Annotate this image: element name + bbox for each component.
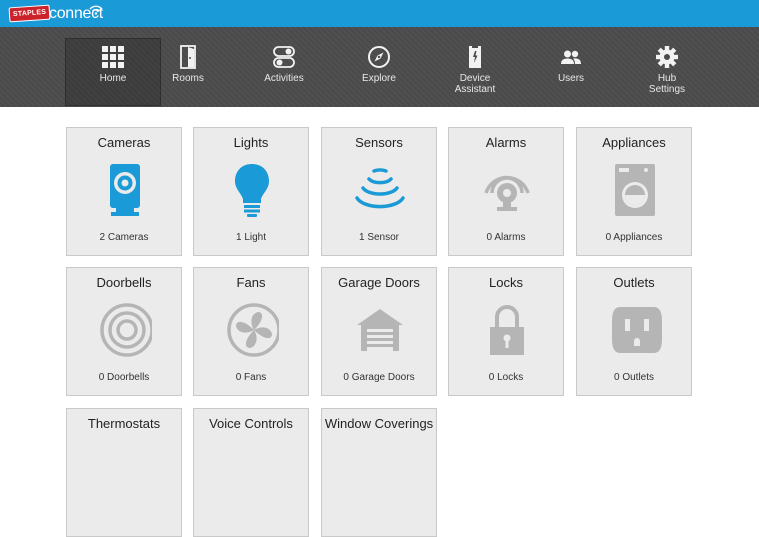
door-icon (180, 45, 196, 69)
tile-sensors[interactable]: Sensors 1 Sensor (321, 127, 437, 256)
tile-title: Alarms (485, 135, 527, 150)
tile-fans[interactable]: Fans 0 Fans (193, 267, 309, 396)
tile-thermostats[interactable]: Thermostats (66, 408, 182, 537)
grid-icon (102, 46, 124, 68)
tile-title: Outlets (613, 275, 655, 290)
nav-activities[interactable]: Activities (236, 39, 332, 103)
tile-title: Window Coverings (324, 416, 434, 431)
wifi-icon (89, 5, 103, 15)
device-assistant-icon (469, 46, 481, 68)
nav-label: Hub Settings (648, 73, 686, 95)
tile-count: 1 Sensor (358, 232, 400, 243)
tile-appliances[interactable]: Appliances 0 Appliances (576, 127, 692, 256)
tile-title: Thermostats (87, 416, 161, 431)
device-category-grid: Cameras 2 Cameras Lights 1 Light Sensors (0, 107, 759, 537)
tile-lights[interactable]: Lights 1 Light (193, 127, 309, 256)
tile-count: 2 Cameras (99, 232, 149, 243)
tile-count: 0 Doorbells (98, 372, 150, 383)
staples-logo-badge: STAPLES (8, 4, 51, 23)
camera-icon (110, 164, 140, 216)
tile-title: Sensors (355, 135, 403, 150)
nav-label: Device Assistant (454, 73, 496, 95)
tile-title: Voice Controls (209, 416, 293, 431)
tile-count: 0 Locks (488, 372, 524, 383)
tile-cameras[interactable]: Cameras 2 Cameras (66, 127, 182, 256)
fan-icon (227, 303, 279, 357)
users-icon (561, 50, 581, 64)
tile-count: 0 Outlets (613, 372, 655, 383)
nav-explore[interactable]: Explore (331, 39, 427, 103)
sensor-icon (355, 168, 405, 209)
nav-hub-settings[interactable]: Hub Settings (619, 39, 715, 103)
tile-title: Cameras (97, 135, 151, 150)
gear-icon (656, 46, 678, 68)
app-header: STAPLES connect (0, 0, 759, 27)
tile-garage-doors[interactable]: Garage Doors 0 Garage Doors (321, 267, 437, 396)
tile-count: 0 Fans (235, 372, 267, 383)
alarm-icon (484, 175, 530, 211)
tile-title: Doorbells (96, 275, 152, 290)
tile-title: Garage Doors (338, 275, 420, 290)
compass-icon (368, 46, 390, 68)
garage-icon (357, 309, 403, 351)
main-navigation: Home Rooms Activities Explore Device Ass… (0, 27, 759, 107)
bulb-icon (235, 164, 269, 217)
nav-label: Explore (362, 73, 396, 84)
tile-count: 1 Light (235, 232, 267, 243)
tile-title: Fans (236, 275, 266, 290)
doorbell-icon (100, 303, 152, 357)
nav-label: Rooms (172, 73, 204, 84)
lock-icon (490, 305, 524, 355)
tile-window-coverings[interactable]: Window Coverings (321, 408, 437, 537)
nav-label: Users (557, 73, 585, 84)
outlet-icon (612, 307, 662, 353)
tile-count: 0 Appliances (605, 232, 663, 243)
tile-locks[interactable]: Locks 0 Locks (448, 267, 564, 396)
tile-title: Appliances (602, 135, 666, 150)
tile-doorbells[interactable]: Doorbells 0 Doorbells (66, 267, 182, 396)
nav-label: Home (99, 73, 127, 84)
tile-count: 0 Garage Doors (343, 372, 415, 383)
nav-rooms[interactable]: Rooms (140, 39, 236, 103)
washer-icon (615, 164, 655, 216)
tile-title: Lights (233, 135, 269, 150)
toggle-icon (273, 46, 295, 68)
tile-voice-controls[interactable]: Voice Controls (193, 408, 309, 537)
tile-outlets[interactable]: Outlets 0 Outlets (576, 267, 692, 396)
nav-users[interactable]: Users (523, 39, 619, 103)
nav-label: Activities (264, 73, 304, 84)
tile-count: 0 Alarms (486, 232, 526, 243)
nav-device-assistant[interactable]: Device Assistant (427, 39, 523, 103)
tile-alarms[interactable]: Alarms 0 Alarms (448, 127, 564, 256)
tile-title: Locks (489, 275, 523, 290)
